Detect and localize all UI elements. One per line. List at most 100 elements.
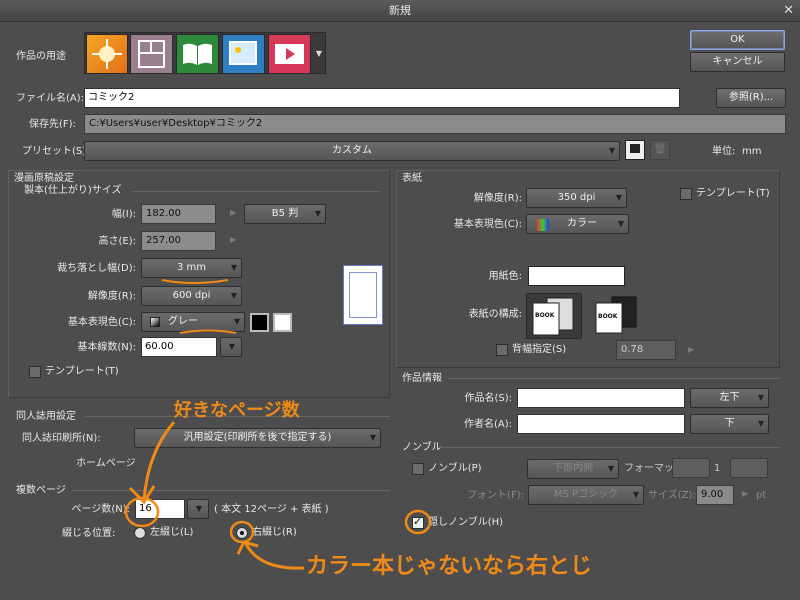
preset-label: プリセット(S): [22,146,90,157]
manga-template-checkbox[interactable] [29,366,41,378]
format-prefix-field[interactable] [672,458,710,478]
spine-field[interactable]: 0.78 [616,340,676,360]
page-preview [343,265,383,325]
window-title: 新規 [389,4,411,17]
bleed-select[interactable]: 3 mm ▼ [141,258,242,278]
book-label: BOOK [535,312,555,319]
link-arrow-icon: ▶ [742,489,749,498]
page-count-label: ページ数(N): [71,504,130,515]
paper-color-label: 用紙色: [488,271,522,282]
ok-button[interactable]: OK [690,30,785,50]
page-count-note: ( 本文 12ページ + 表紙 ) [214,504,329,515]
cover-config-label: 表紙の構成: [468,309,522,320]
cover-resolution-label: 解像度(R): [473,193,522,204]
font-label: フォント(F): [467,490,524,501]
nombre-checkbox[interactable] [412,463,424,475]
browse-button[interactable]: 参照(R)... [716,88,786,108]
save-path-field: C:¥Users¥user¥Desktop¥コミック2 [84,114,786,134]
height-field[interactable]: 257.00 [141,231,216,251]
purpose-more-chevron-icon[interactable]: ▼ [314,34,324,74]
grayscale-icon [150,317,160,327]
height-label: 高さ(E): [98,236,137,247]
cancel-button[interactable]: キャンセル [690,52,785,72]
orange-underline-color [179,329,237,334]
lines-input[interactable]: 60.00 [141,337,217,357]
chevron-down-icon: ▼ [615,193,622,202]
divider [448,378,780,379]
divider [132,191,380,192]
link-arrow-icon: ▶ [230,235,237,244]
delete-preset-icon[interactable]: 🗑 [650,140,670,160]
cover-template-checkbox[interactable] [680,188,692,200]
title-position-select[interactable]: 左下 ▼ [690,388,769,408]
paper-size-value: B5 判 [271,208,299,219]
lines-label: 基本線数(N): [77,342,136,353]
cover-paper-color-swatch[interactable] [528,266,625,286]
binding-label: 綴じる位置: [62,528,116,539]
cover-color-label: 基本表現色(C): [453,219,522,230]
annotation-circle-hidden-nombre [404,509,432,535]
chevron-down-icon: ▼ [230,263,237,272]
nombre-position-value: 下部内側 [553,463,593,474]
width-label: 幅(I): [111,209,136,220]
cover-resolution-select[interactable]: 350 dpi ▼ [526,188,627,208]
work-info-heading: 作品情報 [402,373,442,384]
paper-color-swatch[interactable] [273,313,292,332]
manga-resolution-label: 解像度(R): [87,291,136,302]
color-mode-icon [537,219,549,231]
close-icon[interactable]: ✕ [783,0,794,22]
spine-checkbox[interactable] [496,344,508,356]
page-count-dropdown[interactable]: ▼ [187,499,209,519]
chevron-down-icon: ▼ [607,464,614,473]
author-label: 作者名(A): [463,419,512,430]
book-purpose-icon[interactable] [176,34,219,74]
cover-config-option-2[interactable]: BOOK [590,293,646,339]
author-position-select[interactable]: 下 ▼ [690,414,769,434]
cover-resolution-value: 350 dpi [557,192,596,203]
cover-config-option-1[interactable]: BOOK [526,293,582,339]
comic-purpose-icon[interactable] [130,34,173,74]
manga-resolution-select[interactable]: 600 dpi ▼ [141,286,242,306]
title-bar: 新規 ✕ [0,0,800,22]
size-field[interactable]: 9.00 [696,485,734,505]
chevron-down-icon: ▼ [230,291,237,300]
nombre-position-select[interactable]: 下部内側 ▼ [527,459,619,479]
link-arrow-icon: ▶ [230,208,237,217]
unit-value: mm [742,146,762,157]
cover-template-label: テンプレート(T) [696,188,770,199]
movie-purpose-icon[interactable] [268,34,311,74]
title-label: 作品名(S): [464,393,512,404]
annotation-page-count: 好きなページ数 [174,400,300,421]
illustration-purpose-icon[interactable] [86,34,128,74]
file-name-input[interactable]: コミック2 [84,88,680,108]
font-value: MS Pゴシック [553,489,619,500]
annotation-binding-note: カラー本じゃないなら右とじ [306,554,593,579]
page-frame [349,272,377,318]
annotation-arrow-pages [124,421,176,528]
width-field[interactable]: 182.00 [141,204,216,224]
cover-color-select[interactable]: カラー ▼ [526,214,629,234]
lines-dropdown[interactable]: ▼ [220,337,242,357]
author-input[interactable] [517,414,685,434]
save-path-label: 保存先(F): [29,119,76,130]
manga-color-value: グレー [168,316,198,327]
preset-select[interactable]: カスタム ▼ [84,141,620,161]
spine-label: 背幅指定(S) [512,344,567,355]
purpose-label: 作品の用途 [16,51,66,62]
preset-value: カスタム [332,145,372,156]
chevron-down-icon: ▼ [228,342,235,351]
paper-size-select[interactable]: B5 判 ▼ [244,204,326,224]
manga-resolution-value: 600 dpi [172,290,211,301]
manga-template-label: テンプレート(T) [45,366,119,377]
cover-color-value: カラー [567,218,597,229]
unit-label: 単位: [712,146,736,157]
bleed-value: 3 mm [176,262,207,273]
divider [440,447,780,448]
author-position-value: 下 [724,418,735,429]
title-input[interactable] [517,388,685,408]
font-select[interactable]: MS Pゴシック ▼ [528,485,644,505]
draw-color-swatch[interactable] [250,313,269,332]
save-preset-icon[interactable] [625,140,645,160]
animation-purpose-icon[interactable] [222,34,265,74]
format-suffix-field[interactable] [730,458,768,478]
